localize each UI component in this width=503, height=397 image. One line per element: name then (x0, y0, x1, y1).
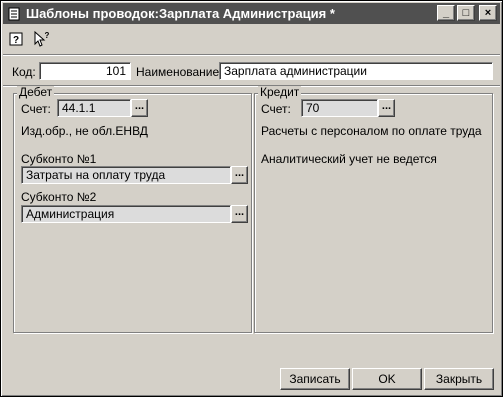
debet-schet-label: Счет: (21, 102, 51, 116)
kod-field[interactable]: 101 (39, 62, 131, 80)
analytic-note: Аналитический учет не ведется (261, 152, 437, 166)
title-bar[interactable]: Шаблоны проводок:Зарплата Администрация … (3, 3, 500, 24)
close-button[interactable]: Закрыть (424, 368, 494, 390)
kredit-schet-description: Расчеты с персоналом по оплате труда (261, 124, 482, 138)
name-field[interactable]: Зарплата администрации (219, 62, 493, 80)
subkonto2-field[interactable]: Администрация (21, 205, 231, 223)
minimize-button[interactable]: _ (437, 5, 455, 21)
debet-schet-field[interactable]: 44.1.1 (57, 99, 131, 117)
subkonto1-select-button[interactable]: ... (231, 166, 248, 184)
document-icon (6, 6, 22, 22)
kredit-group-title: Кредит (258, 85, 302, 99)
svg-text:?: ? (45, 31, 50, 40)
close-window-button[interactable]: × (479, 5, 497, 21)
dialog-window: Шаблоны проводок:Зарплата Администрация … (0, 0, 503, 397)
subkonto1-field[interactable]: Затраты на оплату труда (21, 166, 231, 184)
kredit-schet-select-button[interactable]: ... (378, 99, 395, 117)
pointer-help-icon[interactable]: ? (33, 30, 51, 48)
debet-schet-description: Изд.обр., не обл.ЕНВД (21, 124, 148, 138)
maximize-button[interactable]: □ (457, 5, 475, 21)
subkonto2-label: Субконто №2 (21, 190, 97, 204)
kredit-schet-field[interactable]: 70 (301, 99, 378, 117)
debet-schet-select-button[interactable]: ... (131, 99, 148, 117)
kod-label: Код: (12, 65, 36, 79)
toolbar: ? ? (7, 28, 51, 50)
subkonto1-label: Субконто №1 (21, 152, 97, 166)
ok-button[interactable]: OK (352, 368, 422, 390)
save-button[interactable]: Записать (280, 368, 350, 390)
svg-text:?: ? (13, 35, 19, 46)
debet-group-title: Дебет (17, 85, 55, 99)
help-icon[interactable]: ? (7, 30, 25, 48)
subkonto2-select-button[interactable]: ... (231, 205, 248, 223)
window-title: Шаблоны проводок:Зарплата Администрация … (26, 6, 335, 21)
header-separator (3, 85, 500, 87)
kredit-schet-label: Счет: (261, 102, 291, 116)
toolbar-separator (3, 54, 500, 56)
name-label: Наименование: (136, 65, 223, 79)
